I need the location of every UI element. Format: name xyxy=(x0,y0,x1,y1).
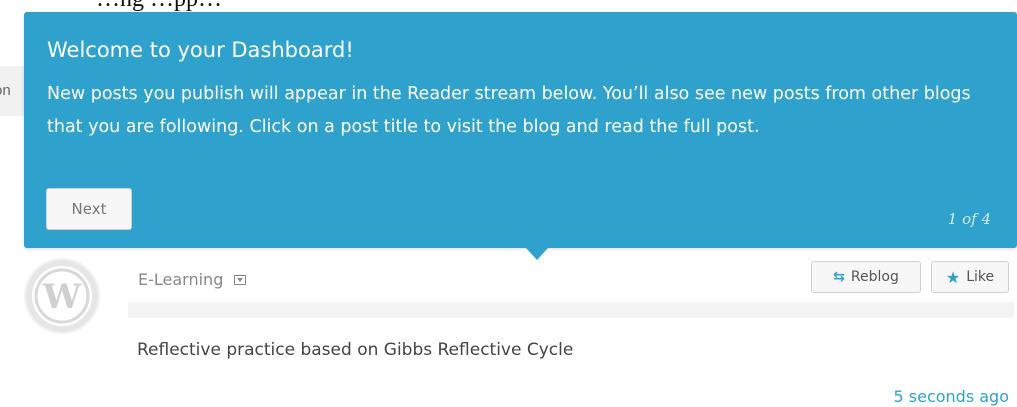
next-button[interactable]: Next xyxy=(46,188,132,230)
site-menu-dropdown-icon[interactable] xyxy=(234,275,246,285)
tour-caret xyxy=(526,248,548,260)
post-header-strip xyxy=(128,302,1014,318)
tour-body: New posts you publish will appear in the… xyxy=(47,84,971,137)
site-name-link[interactable]: E-Learning xyxy=(138,270,223,289)
post-timestamp-link[interactable]: 5 seconds ago xyxy=(894,387,1010,406)
reblog-icon: ⇆ xyxy=(833,269,845,285)
post-title[interactable]: Reflective practice based on Gibbs Refle… xyxy=(137,340,573,360)
star-icon: ★ xyxy=(945,267,961,287)
svg-text:W: W xyxy=(42,277,82,317)
dashboard-tour-popup: Welcome to your Dashboard! New posts you… xyxy=(24,12,1017,260)
like-button[interactable]: ★ Like xyxy=(931,261,1009,293)
reblog-button[interactable]: ⇆ Reblog xyxy=(811,261,921,293)
tour-title: Welcome to your Dashboard! xyxy=(47,38,354,62)
reblog-label: Reblog xyxy=(850,269,899,285)
like-label: Like xyxy=(966,269,995,285)
tour-step-counter: 1 of 4 xyxy=(947,210,991,228)
background-row-text: on xyxy=(0,82,11,99)
wordpress-logo-icon: W xyxy=(32,266,92,326)
site-avatar[interactable]: W xyxy=(24,258,100,334)
